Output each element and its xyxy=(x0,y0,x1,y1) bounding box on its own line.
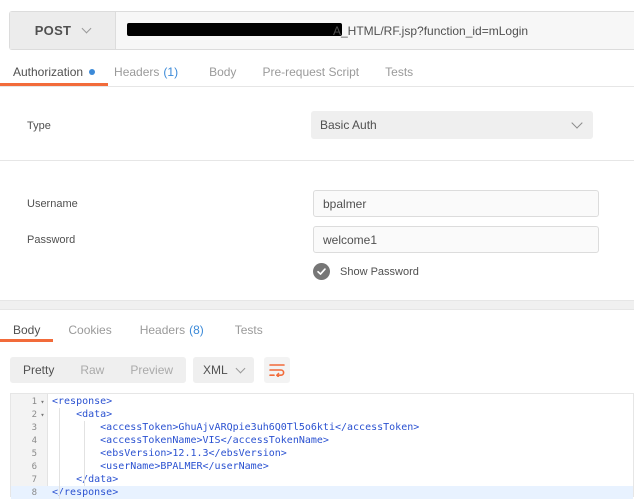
code-text: <userName>BPALMER</userName> xyxy=(52,461,269,472)
auth-type-value: Basic Auth xyxy=(320,118,377,132)
fold-arrow-icon[interactable]: ▾ xyxy=(37,411,48,419)
line-number: 2 xyxy=(31,409,37,420)
url-text: A_HTML/RF.jsp?function_id=mLogin xyxy=(333,23,529,38)
tab-label: Headers xyxy=(114,65,160,79)
tab-label: Body xyxy=(13,323,41,337)
request-bar: POST A_HTML/RF.jsp?function_id=mLogin xyxy=(9,11,634,50)
type-label: Type xyxy=(27,120,51,132)
code-line: 4 <accessTokenName>VIS</accessTokenName> xyxy=(11,434,633,447)
response-body-code[interactable]: 1 ▾ <response> 2 ▾ <data> 3 <accessToken>GhuA… xyxy=(10,393,634,499)
tab-response-headers[interactable]: Headers (8) xyxy=(140,318,204,342)
header-count: (8) xyxy=(189,323,204,337)
tab-cookies[interactable]: Cookies xyxy=(68,318,111,342)
redacted-url-part xyxy=(127,23,342,36)
password-label: Password xyxy=(27,234,76,246)
chevron-down-icon xyxy=(81,23,92,34)
tab-pre-request-script[interactable]: Pre-request Script xyxy=(262,58,359,86)
show-password-checkbox[interactable] xyxy=(313,263,330,280)
code-text: <accessToken>GhuAjvARQpie3uh6Q0Tl5o6kti<… xyxy=(52,422,420,433)
code-line: 5 <ebsVersion>12.1.3</ebsVersion> xyxy=(11,447,633,460)
chevron-down-icon xyxy=(235,363,246,373)
line-number: 5 xyxy=(31,448,37,459)
modified-dot-icon xyxy=(89,69,96,75)
tab-label: Headers xyxy=(139,323,186,337)
tab-label: Cookies xyxy=(68,323,112,337)
wrap-lines-button[interactable] xyxy=(264,357,290,383)
tab-headers[interactable]: Headers (1) xyxy=(114,58,178,86)
line-number: 8 xyxy=(31,487,37,498)
password-field[interactable] xyxy=(313,226,599,253)
code-text: <data> xyxy=(52,409,113,420)
tab-label: Pre-request Script xyxy=(262,65,360,79)
view-mode-group: Pretty Raw Preview xyxy=(10,357,187,383)
section-divider xyxy=(0,160,634,161)
code-text: <accessTokenName>VIS</accessTokenName> xyxy=(52,435,329,446)
tab-label: Authorization xyxy=(13,65,84,79)
indent-guide xyxy=(84,421,85,486)
check-icon xyxy=(317,268,326,275)
tab-label: Tests xyxy=(234,323,263,337)
tab-response-body[interactable]: Body xyxy=(0,318,54,342)
header-count: (1) xyxy=(163,65,179,79)
view-pretty-button[interactable]: Pretty xyxy=(10,357,67,383)
chevron-down-icon xyxy=(571,117,583,129)
fold-arrow-icon[interactable]: ▾ xyxy=(37,398,48,406)
panel-separator xyxy=(0,300,634,310)
code-line: 8 </response> xyxy=(11,486,633,499)
indent-guide xyxy=(59,408,60,499)
code-line: 6 <userName>BPALMER</userName> xyxy=(11,460,633,473)
line-number: 7 xyxy=(31,474,37,485)
tab-body[interactable]: Body xyxy=(209,58,236,86)
format-select[interactable]: XML xyxy=(193,357,254,383)
line-number: 1 xyxy=(31,396,37,407)
line-number: 6 xyxy=(31,461,37,472)
tab-tests[interactable]: Tests xyxy=(385,58,413,86)
response-tabs: Body Cookies Headers (8) Tests xyxy=(0,318,263,342)
wrap-lines-icon xyxy=(269,364,285,377)
format-value: XML xyxy=(203,363,228,377)
method-label: POST xyxy=(34,23,72,38)
tab-authorization[interactable]: Authorization xyxy=(0,58,109,86)
show-password-label: Show Password xyxy=(340,266,419,278)
url-input[interactable]: A_HTML/RF.jsp?function_id=mLogin xyxy=(116,12,634,49)
code-text: <response> xyxy=(52,396,113,407)
username-label: Username xyxy=(27,198,78,210)
auth-type-select[interactable]: Basic Auth xyxy=(311,111,593,139)
code-line: 1 ▾ <response> xyxy=(11,395,633,408)
username-field[interactable] xyxy=(313,190,599,217)
view-preview-button[interactable]: Preview xyxy=(117,357,186,383)
method-select[interactable]: POST xyxy=(10,12,116,49)
code-line: 2 ▾ <data> xyxy=(11,408,633,421)
view-raw-button[interactable]: Raw xyxy=(67,357,117,383)
request-tabs: Authorization Headers (1) Body Pre-reque… xyxy=(0,58,634,87)
line-number: 4 xyxy=(31,435,37,446)
line-number: 3 xyxy=(31,422,37,433)
code-line: 3 <accessToken>GhuAjvARQpie3uh6Q0Tl5o6kt… xyxy=(11,421,633,434)
tab-response-tests[interactable]: Tests xyxy=(235,318,263,342)
tab-label: Body xyxy=(209,65,237,79)
code-line: 7 </data> xyxy=(11,473,633,486)
tab-label: Tests xyxy=(385,65,414,79)
